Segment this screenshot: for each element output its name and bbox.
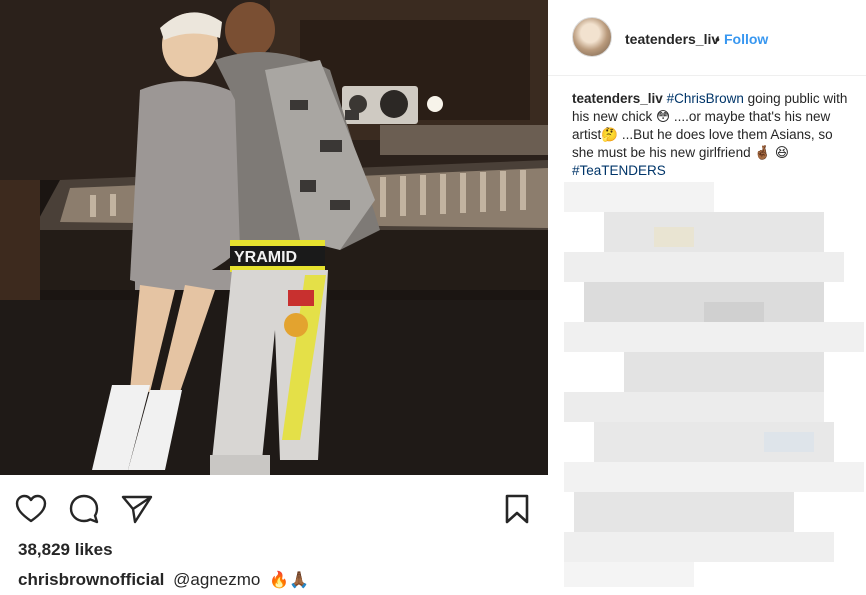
header-separator: • bbox=[715, 31, 720, 47]
post-photo[interactable]: YRAMID bbox=[0, 0, 548, 475]
comment-username[interactable]: teatenders_liv bbox=[572, 91, 663, 106]
hashtag-chrisbrown[interactable]: #ChrisBrown bbox=[667, 91, 744, 106]
post-caption: chrisbrownofficial @agnezmo 🔥🙏🏾 bbox=[18, 570, 309, 590]
caption-username[interactable]: chrisbrownofficial bbox=[18, 570, 164, 589]
pixelated-comments-region bbox=[564, 182, 864, 592]
comment-icon[interactable] bbox=[67, 492, 101, 526]
hashtag-teatenders[interactable]: #TeaTENDERS bbox=[572, 163, 666, 178]
post-side-panel: teatenders_liv • Follow teatenders_liv #… bbox=[548, 0, 866, 595]
header-username[interactable]: teatenders_liv bbox=[625, 31, 719, 47]
bookmark-icon[interactable] bbox=[500, 492, 534, 526]
heart-icon[interactable] bbox=[14, 492, 48, 526]
post-photo-illustration: YRAMID bbox=[0, 0, 548, 475]
comment-text: teatenders_liv #ChrisBrown going public … bbox=[572, 90, 852, 180]
caption-emoji: 🔥🙏🏾 bbox=[269, 572, 309, 589]
post-actions bbox=[0, 475, 548, 535]
comment-emoji: 😆 bbox=[774, 145, 789, 160]
likes-count[interactable]: 38,829 likes bbox=[18, 540, 113, 560]
follow-button[interactable]: Follow bbox=[724, 31, 768, 47]
post-header: teatenders_liv • Follow bbox=[548, 0, 866, 76]
avatar[interactable] bbox=[572, 17, 612, 57]
caption-mention[interactable]: @agnezmo bbox=[173, 570, 260, 589]
svg-text:YRAMID: YRAMID bbox=[234, 249, 297, 266]
share-icon[interactable] bbox=[120, 492, 154, 526]
